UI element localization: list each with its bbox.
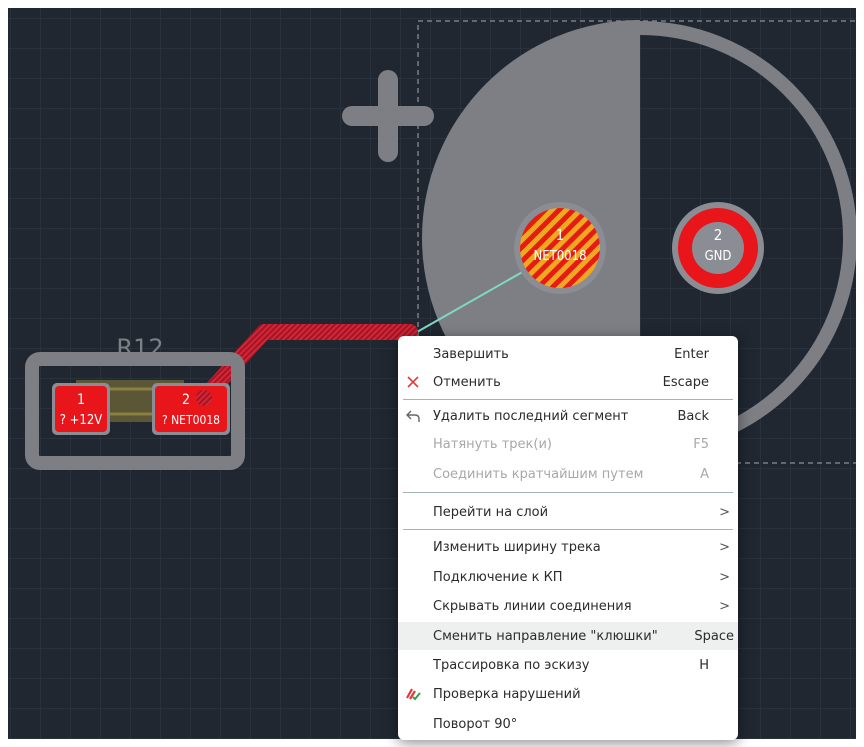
cap-pad1-net: NET0018 — [533, 249, 586, 264]
menu-item-label: Подключение к КП — [433, 569, 563, 585]
menu-item-drc-check[interactable]: Проверка нарушений — [398, 680, 738, 708]
menu-item-shortcut: Space — [694, 628, 734, 644]
menu-item-cancel[interactable]: Отменить Escape — [398, 368, 738, 396]
menu-item-finish[interactable]: Завершить Enter — [398, 340, 738, 368]
menu-item-shortcut: Back — [677, 408, 709, 424]
resistor-pad-2[interactable]: 2 ? NET0018 — [152, 383, 230, 435]
chevron-right-icon: > — [719, 504, 730, 520]
menu-item-label: Изменить ширину трека — [433, 539, 601, 555]
menu-item-label: Завершить — [433, 346, 509, 362]
menu-item-shortcut: A — [700, 466, 709, 482]
cap-pad1-number: 1 — [556, 226, 565, 244]
menu-item-label: Трассировка по эскизу — [433, 657, 590, 673]
res-pad2-net: ? NET0018 — [162, 413, 220, 427]
menu-item-label: Скрывать линии соединения — [433, 598, 632, 614]
chevron-right-icon: > — [719, 569, 730, 585]
capacitor-pad-1[interactable]: 1 NET0018 — [514, 202, 606, 294]
drc-check-icon — [402, 680, 424, 708]
menu-item-change-track-width[interactable]: Изменить ширину трека > — [398, 533, 738, 561]
chevron-right-icon: > — [719, 539, 730, 555]
menu-item-label: Соединить кратчайшим путем — [433, 466, 644, 482]
menu-item-label: Отменить — [433, 374, 501, 390]
res-pad1-net: ? +12V — [60, 413, 103, 428]
menu-item-shortest-path: Соединить кратчайшим путем A — [398, 460, 738, 488]
menu-item-sketch-routing[interactable]: Трассировка по эскизу H — [398, 651, 738, 679]
menu-item-label: Перейти на слой — [433, 504, 549, 520]
menu-item-label: Сменить направление "клюшки" — [433, 628, 658, 644]
cap-pad2-net: GND — [705, 249, 732, 264]
chevron-right-icon: > — [719, 598, 730, 614]
menu-separator — [403, 492, 733, 493]
menu-item-switch-corner-direction[interactable]: Сменить направление "клюшки" Space — [398, 622, 738, 650]
menu-item-go-to-layer[interactable]: Перейти на слой > — [398, 498, 738, 526]
menu-item-pad-connection[interactable]: Подключение к КП > — [398, 563, 738, 591]
menu-item-hide-ratsnest[interactable]: Скрывать линии соединения > — [398, 592, 738, 620]
menu-item-label: Удалить последний сегмент — [433, 408, 629, 424]
menu-item-rotate-90[interactable]: Поворот 90° — [398, 710, 738, 738]
cap-pad2-number: 2 — [714, 226, 723, 244]
menu-item-label: Натянуть трек(и) — [433, 436, 552, 452]
menu-item-label: Поворот 90° — [433, 716, 518, 732]
menu-item-label: Проверка нарушений — [433, 686, 581, 702]
context-menu: Завершить Enter Отменить Escape Удалить … — [398, 336, 738, 740]
menu-item-delete-last-segment[interactable]: Удалить последний сегмент Back — [398, 402, 738, 430]
capacitor-pad-2[interactable]: 2 GND — [672, 202, 764, 294]
res-pad2-number: 2 — [182, 392, 190, 408]
undo-arrow-icon — [402, 402, 424, 430]
menu-item-shortcut: Escape — [662, 374, 709, 390]
res-pad1-number: 1 — [77, 392, 85, 408]
menu-item-shortcut: H — [699, 657, 709, 673]
resistor-pad-1[interactable]: 1 ? +12V — [52, 383, 110, 435]
close-icon — [402, 368, 424, 396]
menu-item-shortcut: F5 — [693, 436, 709, 452]
menu-separator — [403, 529, 733, 530]
menu-item-shortcut: Enter — [674, 346, 709, 362]
menu-item-stretch-tracks: Натянуть трек(и) F5 — [398, 430, 738, 458]
menu-separator — [403, 399, 733, 400]
